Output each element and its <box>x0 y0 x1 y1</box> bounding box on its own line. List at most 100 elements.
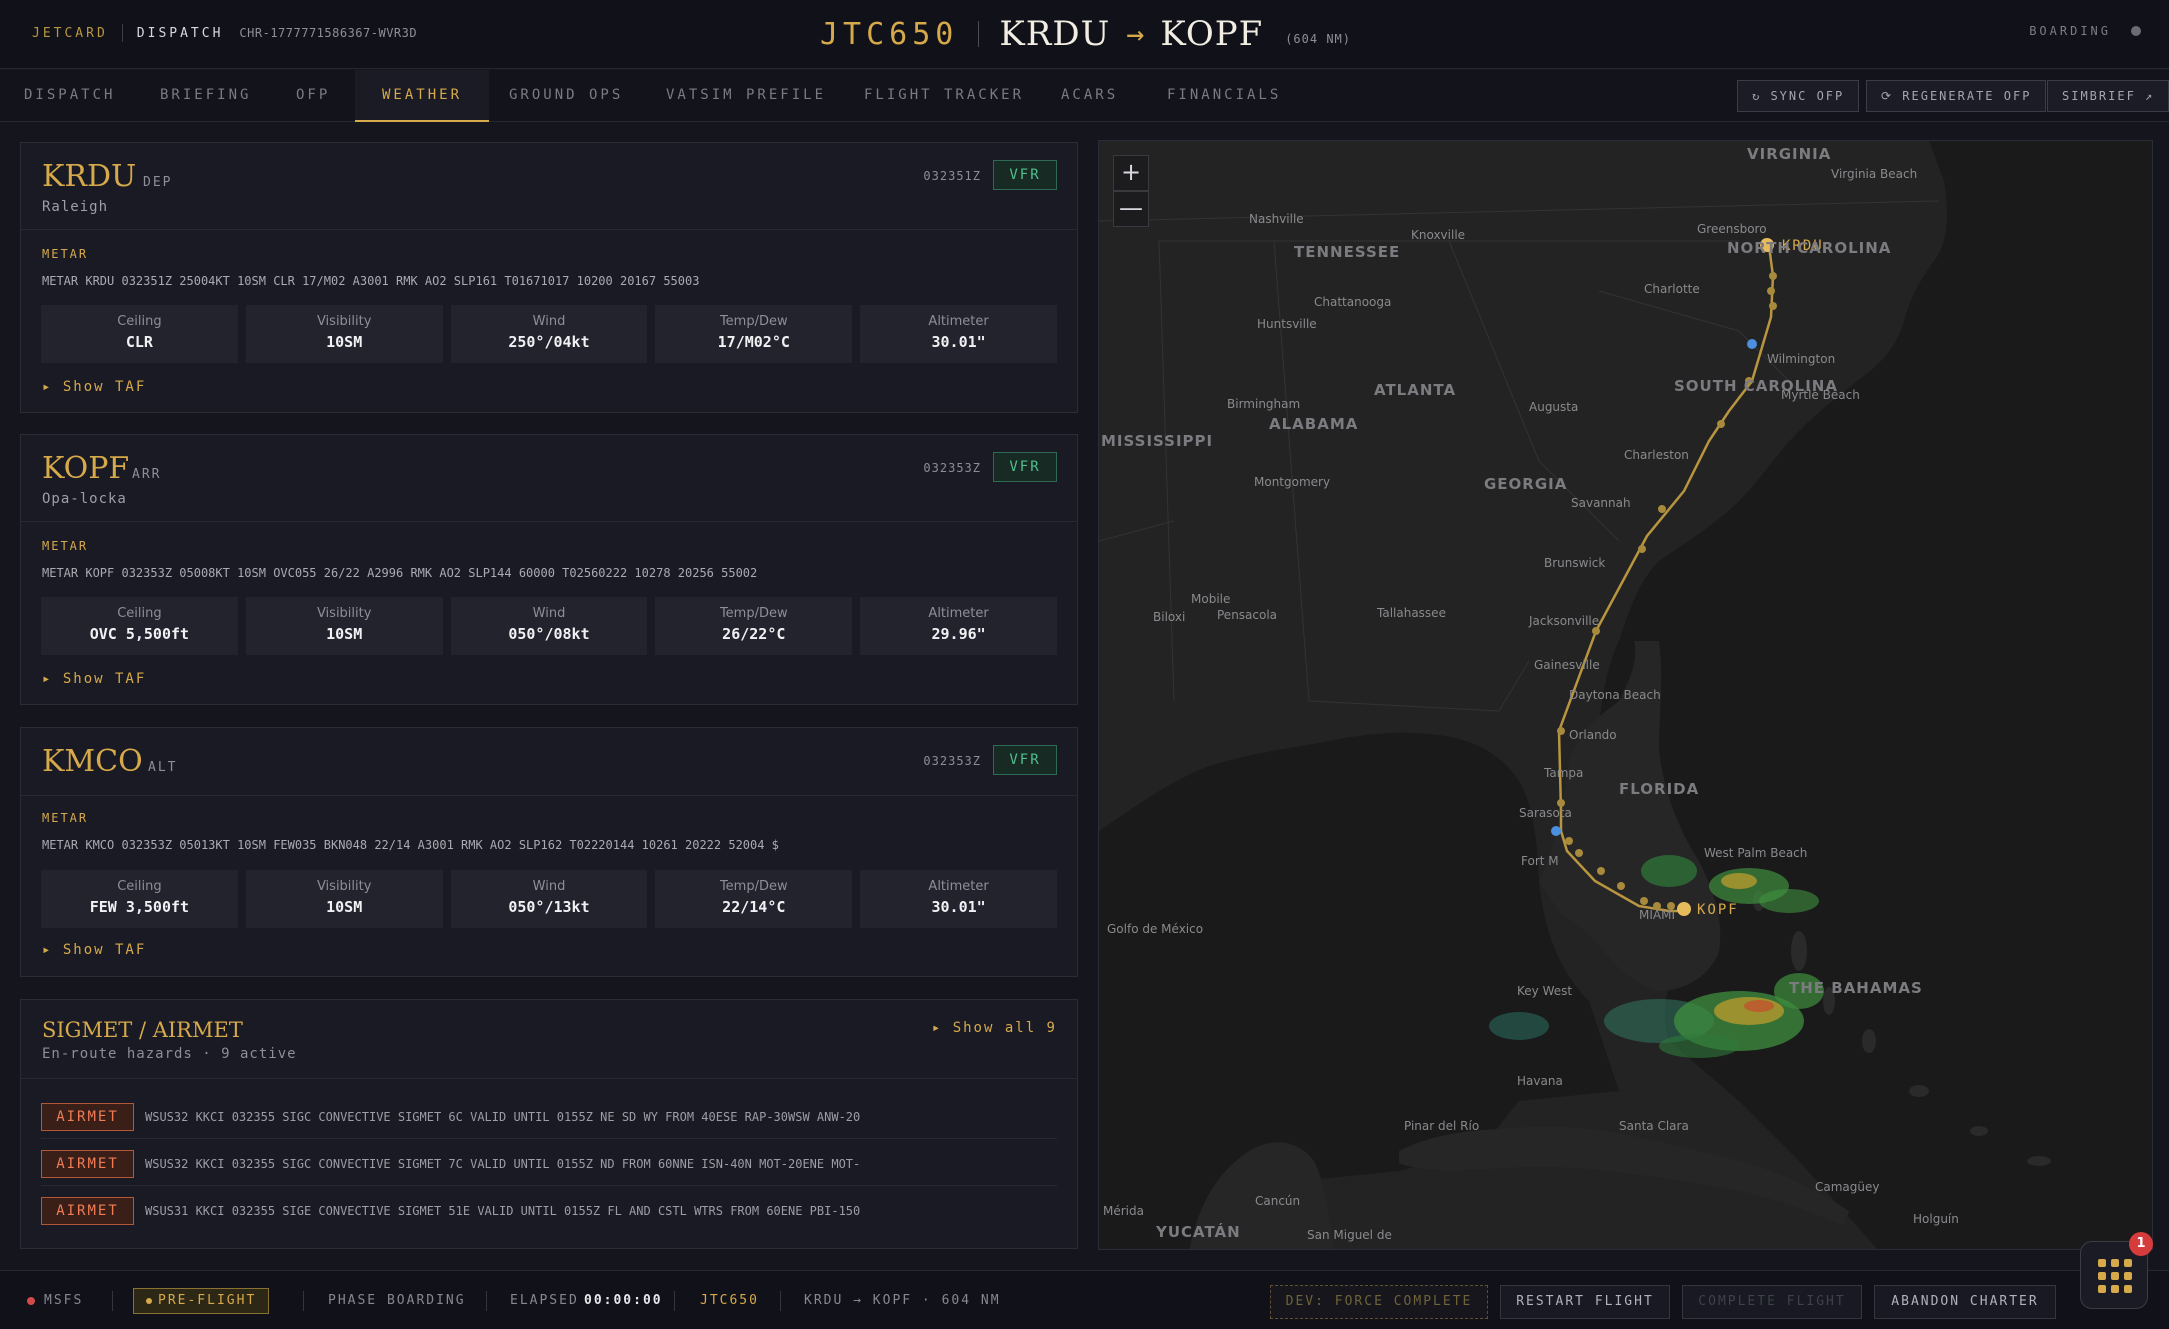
sigmet-title: SIGMET / AIRMET <box>42 1018 243 1042</box>
place-label: Gainesville <box>1534 658 1600 672</box>
card-header: KMCO ALT 032353Z VFR <box>21 728 1077 796</box>
show-taf-toggle[interactable]: ▸ Show TAF <box>42 671 146 687</box>
brand: JETCARD DISPATCH CHR-1777771586367-WVR3D <box>32 24 417 42</box>
dev-force-complete-button[interactable]: DEV: FORCE COMPLETE <box>1270 1285 1488 1319</box>
place-label: Santa Clara <box>1619 1119 1689 1133</box>
station-icao: KMCO <box>42 744 143 779</box>
altimeter-label: Altimeter <box>928 879 989 894</box>
route-map[interactable]: KRDU KOPF VIRGINIA Virginia Beach Greens… <box>1098 140 2153 1250</box>
tab-flight-tracker[interactable]: FLIGHT TRACKER <box>864 70 1024 122</box>
place-label: NORTH CAROLINA <box>1727 239 1891 257</box>
tab-financials[interactable]: FINANCIALS <box>1167 70 1281 122</box>
phase-text: PHASE BOARDING <box>328 1293 466 1308</box>
place-label: West Palm Beach <box>1704 846 1807 860</box>
altimeter-label: Altimeter <box>928 606 989 621</box>
hazard-type-badge: AIRMET <box>41 1103 134 1131</box>
sigmet-card: SIGMET / AIRMET En-route hazards · 9 act… <box>20 999 1078 1249</box>
sync-ofp-button[interactable]: ↻ SYNC OFP <box>1737 80 1860 112</box>
ceiling-cell: Ceiling FEW 3,500ft <box>41 870 238 928</box>
observation-time: 032351Z <box>923 169 981 183</box>
tab-ground-ops[interactable]: GROUND OPS <box>509 70 623 122</box>
callsign: JTC650 <box>820 16 959 52</box>
place-label: Holguín <box>1913 1212 1959 1226</box>
show-taf-toggle[interactable]: ▸ Show TAF <box>42 379 146 395</box>
hazard-row: AIRMET WSUS32 KKCI 032355 SIGC CONVECTIV… <box>41 1093 1057 1139</box>
flight-category-badge: VFR <box>993 160 1057 190</box>
sync-icon: ↻ <box>1752 89 1771 103</box>
visibility-label: Visibility <box>316 606 372 621</box>
place-label: ATLANTA <box>1374 381 1456 399</box>
bottom-divider <box>486 1291 487 1311</box>
tempdew-value: 22/14°C <box>722 898 786 916</box>
show-all-hazards-toggle[interactable]: ▸ Show all 9 <box>932 1020 1057 1036</box>
zoom-in-button[interactable]: + <box>1113 155 1149 191</box>
tab-ofp[interactable]: OFP <box>296 70 330 122</box>
metar-label: METAR <box>42 811 89 825</box>
place-label: Birmingham <box>1227 397 1300 411</box>
place-label: Virginia Beach <box>1831 167 1917 181</box>
place-label: Myrtle Beach <box>1781 388 1860 402</box>
ceiling-label: Ceiling <box>117 314 162 329</box>
tab-acars[interactable]: ACARS <box>1061 70 1118 122</box>
place-label: Savannah <box>1571 496 1631 510</box>
place-label: VIRGINIA <box>1747 145 1831 163</box>
weather-summary: Ceiling FEW 3,500ft Visibility 10SM Wind 05… <box>41 870 1057 928</box>
place-label: Greensboro <box>1697 222 1767 236</box>
tempdew-value: 26/22°C <box>722 625 786 643</box>
ceiling-cell: Ceiling OVC 5,500ft <box>41 597 238 655</box>
metar-text: METAR KMCO 032353Z 05013KT 10SM FEW035 B… <box>42 838 779 852</box>
sigmet-subtitle: En-route hazards · 9 active <box>42 1046 297 1062</box>
metar-label: METAR <box>42 539 89 553</box>
tab-weather[interactable]: WEATHER <box>355 70 490 122</box>
simbrief-button[interactable]: SIMBRIEF ↗ <box>2047 80 2169 112</box>
place-label: MISSISSIPPI <box>1101 432 1213 450</box>
place-label: Tampa <box>1543 766 1583 780</box>
tab-dispatch[interactable]: DISPATCH <box>24 70 115 122</box>
place-label: Sarasota <box>1519 806 1572 820</box>
place-label: Cancún <box>1255 1194 1300 1208</box>
bottom-divider <box>780 1291 781 1311</box>
tab-vatsim-prefile[interactable]: VATSIM PREFILE <box>666 70 826 122</box>
ceiling-value: FEW 3,500ft <box>89 898 190 916</box>
place-label: Key West <box>1517 984 1572 998</box>
restart-flight-button[interactable]: RESTART FLIGHT <box>1500 1285 1670 1319</box>
complete-flight-button[interactable]: COMPLETE FLIGHT <box>1682 1285 1862 1319</box>
altimeter-value: 29.96" <box>931 625 986 643</box>
atlantic-ocean <box>1599 141 2152 1249</box>
sim-name: MSFS <box>44 1293 84 1308</box>
place-label: Knoxville <box>1411 228 1465 242</box>
place-label: Charlotte <box>1644 282 1700 296</box>
visibility-cell: Visibility 10SM <box>245 597 443 655</box>
tab-bar: DISPATCH BRIEFING OFP WEATHER GROUND OPS… <box>0 70 2169 122</box>
status-dot-icon <box>2131 26 2141 36</box>
flight-status-text: BOARDING <box>2029 24 2111 38</box>
weather-card-departure: KRDU DEP Raleigh 032351Z VFR METAR METAR… <box>20 142 1078 413</box>
weather-summary: Ceiling OVC 5,500ft Visibility 10SM Wind 05… <box>41 597 1057 655</box>
ceiling-value: OVC 5,500ft <box>89 625 190 643</box>
ceiling-label: Ceiling <box>117 879 162 894</box>
place-label: FLORIDA <box>1619 780 1699 798</box>
regenerate-ofp-button[interactable]: ⟳ REGENERATE OFP <box>1866 80 2047 112</box>
place-label: THE BAHAMAS <box>1789 979 1923 997</box>
elapsed-time: 00:00:00 <box>584 1293 663 1308</box>
place-label: Jacksonville <box>1528 614 1599 628</box>
tempdew-value: 17/M02°C <box>717 333 790 351</box>
zoom-out-button[interactable]: — <box>1113 191 1149 227</box>
station-city: Raleigh <box>42 199 109 215</box>
abandon-charter-button[interactable]: ABANDON CHARTER <box>1874 1285 2056 1319</box>
apps-menu-button[interactable]: 1 <box>2080 1232 2153 1309</box>
visibility-label: Visibility <box>316 879 372 894</box>
hazard-type-badge: AIRMET <box>41 1197 134 1225</box>
wind-label: Wind <box>532 879 566 894</box>
tab-briefing[interactable]: BRIEFING <box>160 70 251 122</box>
hazard-type-badge: AIRMET <box>41 1150 134 1178</box>
show-taf-toggle[interactable]: ▸ Show TAF <box>42 942 146 958</box>
map-canvas: KRDU KOPF VIRGINIA Virginia Beach Greens… <box>1099 141 2152 1249</box>
place-label: Tallahassee <box>1376 606 1446 620</box>
place-label: Pinar del Río <box>1404 1119 1479 1133</box>
place-label: Mérida <box>1103 1204 1144 1218</box>
ceiling-cell: Ceiling CLR <box>41 305 238 363</box>
altimeter-cell: Altimeter 30.01" <box>860 870 1057 928</box>
flight-title: JTC650 KRDU → KOPF (604 NM) <box>820 12 1351 56</box>
place-label: Havana <box>1517 1074 1563 1088</box>
